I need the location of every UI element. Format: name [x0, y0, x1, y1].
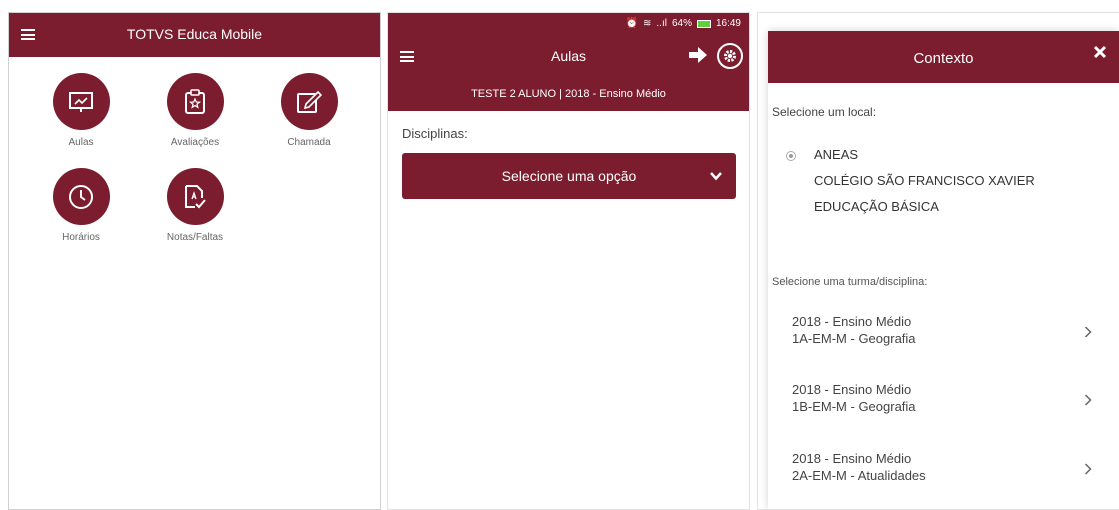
turma-item[interactable]: 2018 - Ensino Médio 1B-EM-M - Geografia [792, 381, 1092, 421]
chevron-right-icon [1084, 326, 1092, 338]
turma-year: 2018 - Ensino Médio [792, 382, 912, 397]
chevron-right-icon [1084, 394, 1092, 406]
turma-item[interactable]: 2018 - Ensino Médio 2A-EM-M - Atualidade… [792, 450, 1092, 490]
turma-label: Selecione uma turma/disciplina: [772, 276, 928, 288]
tile-label: Avaliações [170, 137, 220, 148]
local-level: EDUCAÇÃO BÁSICA [814, 199, 939, 214]
turma-discipline: 2A-EM-M - Atualidades [792, 468, 926, 483]
contexto-dialog: Contexto [768, 31, 1119, 509]
context-subtitle: TESTE 2 ALUNO | 2018 - Ensino Médio [388, 79, 749, 111]
local-name: ANEAS [814, 147, 859, 162]
tile-avaliacoes[interactable]: Avaliações [150, 73, 240, 148]
disciplina-select[interactable]: Selecione uma opção [402, 153, 736, 199]
aulas-screen: ⏰ ≋ ..ıl 64% 16:49 Aulas TESTE 2 ALUNO |… [387, 12, 750, 510]
select-placeholder: Selecione uma opção [501, 168, 637, 184]
clipboard-star-icon [166, 73, 224, 130]
status-time: 16:49 [715, 18, 741, 29]
contexto-screen: Contexto Selecione um local: ANEAS COLÉG… [757, 12, 1119, 510]
close-icon[interactable] [1093, 45, 1107, 59]
presentation-board-icon [52, 73, 110, 130]
tile-notas-faltas[interactable]: Notas/Faltas [150, 168, 240, 243]
tile-label: Chamada [287, 137, 331, 148]
dialog-title: Contexto [913, 50, 974, 67]
turma-year: 2018 - Ensino Médio [792, 451, 912, 466]
turma-item[interactable]: 2018 - Ensino Médio 1A-EM-M - Geografia [792, 313, 1092, 353]
clock-icon [52, 168, 110, 225]
gear-icon[interactable] [717, 43, 743, 69]
arrow-right-icon[interactable] [687, 44, 709, 66]
local-label: Selecione um local: [772, 105, 877, 119]
tile-label: Horários [62, 232, 100, 243]
chevron-down-icon [710, 172, 722, 181]
turma-discipline: 1A-EM-M - Geografia [792, 331, 916, 346]
app-title: TOTVS Educa Mobile [126, 26, 263, 42]
tile-aulas[interactable]: Aulas [36, 73, 126, 148]
signal-icon: ..ıl [656, 18, 667, 29]
app-header: Aulas [388, 35, 749, 79]
home-screen: TOTVS Educa Mobile Aulas Avaliações Cham… [8, 12, 381, 510]
status-bar: ⏰ ≋ ..ıl 64% 16:49 [388, 13, 749, 35]
chevron-right-icon [1084, 463, 1092, 475]
alarm-icon: ⏰ [625, 18, 638, 29]
grade-document-icon [166, 168, 224, 225]
wifi-icon: ≋ [643, 18, 652, 29]
tile-chamada[interactable]: Chamada [264, 73, 354, 148]
turma-year: 2018 - Ensino Médio [792, 314, 912, 329]
tile-label: Notas/Faltas [166, 232, 224, 243]
tile-horarios[interactable]: Horários [36, 168, 126, 243]
local-school: COLÉGIO SÃO FRANCISCO XAVIER [814, 173, 1035, 188]
local-radio[interactable] [786, 151, 796, 161]
disciplinas-label: Disciplinas: [402, 126, 468, 141]
tile-label: Aulas [68, 137, 94, 148]
battery-icon [696, 19, 711, 28]
edit-note-icon [280, 73, 338, 130]
battery-percent: 64% [671, 18, 692, 29]
app-header: TOTVS Educa Mobile [9, 13, 380, 57]
turma-discipline: 1B-EM-M - Geografia [792, 399, 916, 414]
dialog-header: Contexto [768, 31, 1119, 83]
